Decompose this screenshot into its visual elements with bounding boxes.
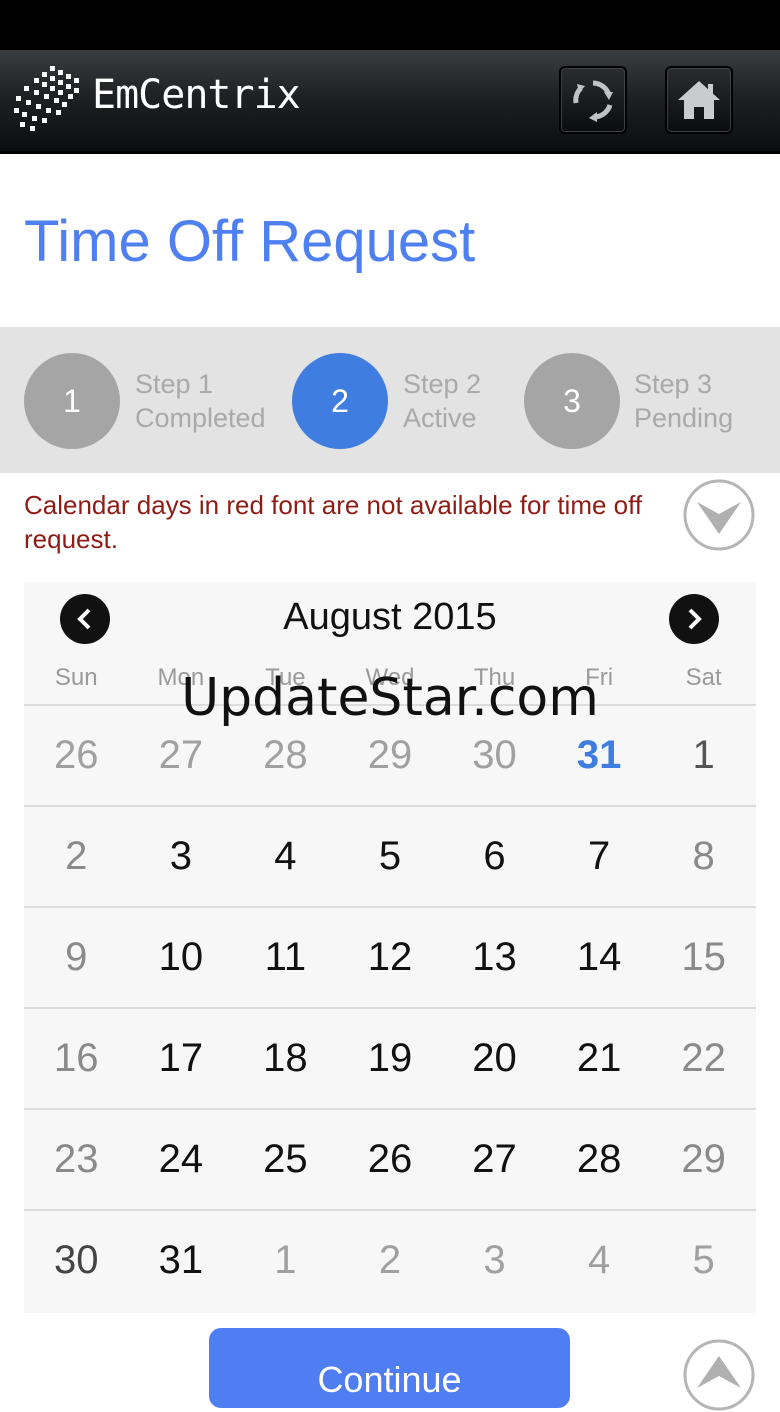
continue-button[interactable]: Continue xyxy=(209,1328,570,1408)
calendar-week-row: 2 3 4 5 6 7 8 xyxy=(24,805,756,906)
weekday-label: Sat xyxy=(685,664,722,691)
calendar-day[interactable]: 30 xyxy=(442,706,547,805)
calendar-day[interactable]: 3 xyxy=(442,1211,547,1310)
step-2-circle: 2 xyxy=(292,353,388,449)
calendar-week-row: 9 10 11 12 13 14 15 xyxy=(24,906,756,1007)
step-1-label: Step 1 Completed xyxy=(135,367,266,435)
calendar-day[interactable]: 29 xyxy=(338,706,443,805)
calendar-day[interactable]: 28 xyxy=(233,706,338,805)
calendar-day[interactable]: 22 xyxy=(651,1009,756,1108)
calendar-day[interactable]: 29 xyxy=(651,1110,756,1209)
chevron-down-icon[interactable] xyxy=(682,478,756,552)
step-2-status: Active xyxy=(403,403,477,433)
calendar-day[interactable]: 20 xyxy=(442,1009,547,1108)
calendar-day[interactable]: 15 xyxy=(651,908,756,1007)
calendar-day[interactable]: 26 xyxy=(338,1110,443,1209)
calendar-day[interactable]: 4 xyxy=(233,807,338,906)
page-title: Time Off Request xyxy=(24,209,476,274)
weekday-label: Fri xyxy=(585,664,614,691)
weekday-label: Tue xyxy=(265,664,306,691)
calendar-day[interactable]: 18 xyxy=(233,1009,338,1108)
calendar-day[interactable]: 10 xyxy=(129,908,234,1007)
availability-notice: Calendar days in red font are not availa… xyxy=(24,490,643,554)
date-picker-calendar: August 2015 Sun Mon Tue Wed Thu Fri Sat … xyxy=(24,582,756,1313)
calendar-day[interactable]: 11 xyxy=(233,908,338,1007)
calendar-day[interactable]: 3 xyxy=(129,807,234,906)
step-3-circle: 3 xyxy=(524,353,620,449)
calendar-day[interactable]: 16 xyxy=(24,1009,129,1108)
calendar-day[interactable]: 13 xyxy=(442,908,547,1007)
calendar-day[interactable]: 26 xyxy=(24,706,129,805)
calendar-day[interactable]: 28 xyxy=(547,1110,652,1209)
calendar-day[interactable]: 19 xyxy=(338,1009,443,1108)
calendar-day-today[interactable]: 31 xyxy=(547,706,652,805)
calendar-day[interactable]: 24 xyxy=(129,1110,234,1209)
brand-name: EmCentrix xyxy=(92,72,301,118)
calendar-week-row: 23 24 25 26 27 28 29 xyxy=(24,1108,756,1209)
step-2-title: Step 2 xyxy=(403,369,482,399)
refresh-icon xyxy=(573,80,613,122)
calendar-day[interactable]: 27 xyxy=(442,1110,547,1209)
weekday-label: Sun xyxy=(54,664,98,691)
calendar-day[interactable]: 25 xyxy=(233,1110,338,1209)
step-3-label: Step 3 Pending xyxy=(634,367,733,435)
step-2-label: Step 2 Active xyxy=(403,367,481,435)
chevron-right-icon xyxy=(688,608,702,630)
weekday-label: Thu xyxy=(473,664,516,691)
calendar-week-row: 26 27 28 29 30 31 1 xyxy=(24,704,756,805)
calendar-day[interactable]: 14 xyxy=(547,908,652,1007)
calendar-day[interactable]: 5 xyxy=(651,1211,756,1310)
calendar-day[interactable]: 9 xyxy=(24,908,129,1007)
calendar-header: August 2015 Sun Mon Tue Wed Thu Fri Sat xyxy=(24,582,756,704)
calendar-day[interactable]: 1 xyxy=(233,1211,338,1310)
app-header: EmCentrix xyxy=(0,50,780,154)
calendar-day[interactable]: 2 xyxy=(338,1211,443,1310)
calendar-day[interactable]: 17 xyxy=(129,1009,234,1108)
weekday-label: Mon xyxy=(157,664,205,691)
weekday-label: Wed xyxy=(365,664,415,691)
home-icon xyxy=(678,81,720,119)
calendar-day[interactable]: 6 xyxy=(442,807,547,906)
calendar-day[interactable]: 7 xyxy=(547,807,652,906)
step-3-title: Step 3 xyxy=(634,369,713,399)
status-bar xyxy=(0,0,780,50)
refresh-button[interactable] xyxy=(559,66,627,134)
weekday-header-row: Sun Mon Tue Wed Thu Fri Sat xyxy=(24,664,756,704)
calendar-day[interactable]: 27 xyxy=(129,706,234,805)
calendar-day[interactable]: 12 xyxy=(338,908,443,1007)
home-button[interactable] xyxy=(665,66,733,134)
calendar-day[interactable]: 1 xyxy=(651,706,756,805)
next-month-button[interactable] xyxy=(669,594,719,644)
emcentrix-logo-icon xyxy=(14,66,79,131)
step-1-status: Completed xyxy=(135,403,266,433)
step-1-title: Step 1 xyxy=(135,369,214,399)
month-year-label: August 2015 xyxy=(283,596,497,638)
calendar-day[interactable]: 30 xyxy=(24,1211,129,1310)
calendar-day[interactable]: 21 xyxy=(547,1009,652,1108)
calendar-day[interactable]: 2 xyxy=(24,807,129,906)
step-3-status: Pending xyxy=(634,403,734,433)
step-1-circle: 1 xyxy=(24,353,120,449)
calendar-day[interactable]: 31 xyxy=(129,1211,234,1310)
step-progress: 1 Step 1 Completed 2 Step 2 Active 3 Ste… xyxy=(0,327,780,473)
calendar-week-row: 30 31 1 2 3 4 5 xyxy=(24,1209,756,1310)
calendar-day[interactable]: 4 xyxy=(547,1211,652,1310)
calendar-week-row: 16 17 18 19 20 21 22 xyxy=(24,1007,756,1108)
calendar-day[interactable]: 5 xyxy=(338,807,443,906)
calendar-day[interactable]: 23 xyxy=(24,1110,129,1209)
calendar-grid: 26 27 28 29 30 31 1 2 3 4 5 6 7 8 9 10 1… xyxy=(24,704,756,1310)
calendar-day[interactable]: 8 xyxy=(651,807,756,906)
chevron-up-icon[interactable] xyxy=(682,1338,756,1412)
